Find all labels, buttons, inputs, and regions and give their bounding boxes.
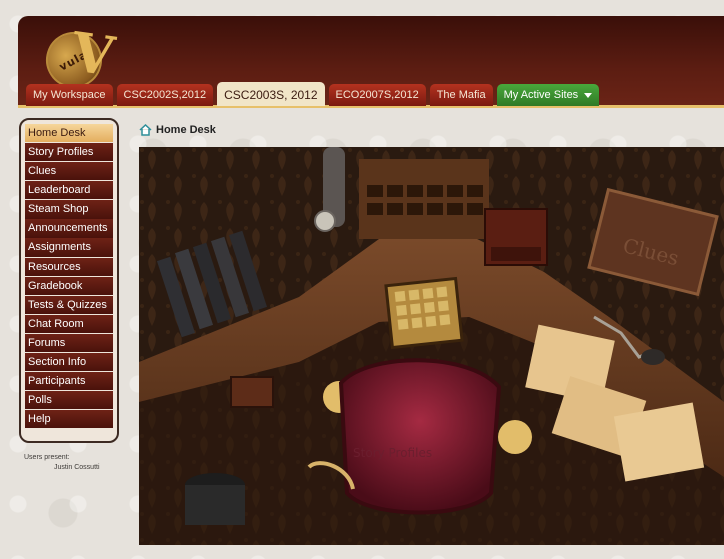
- users-present: Users present: Justin Cossutti: [24, 453, 100, 473]
- tab-my-workspace[interactable]: My Workspace: [26, 84, 113, 106]
- site-tabs: My Workspace CSC2002S,2012 CSC2003S, 201…: [26, 82, 600, 106]
- sidebar-item-story-profiles[interactable]: Story Profiles: [25, 143, 113, 162]
- breadcrumb-label: Home Desk: [156, 124, 216, 136]
- user-name: Justin Cossutti: [54, 464, 100, 471]
- sidebar-item-forums[interactable]: Forums: [25, 333, 113, 353]
- sidebar-item-leaderboard[interactable]: Leaderboard: [25, 181, 113, 200]
- tab-csc2002s[interactable]: CSC2002S,2012: [116, 84, 214, 106]
- chevron-down-icon: [584, 92, 593, 98]
- home-icon[interactable]: [139, 124, 152, 136]
- logo-v-mark: V: [67, 19, 119, 89]
- tab-eco2007s[interactable]: ECO2007S,2012: [328, 84, 426, 106]
- tool-menu: Home Desk Story Profiles Clues Leaderboa…: [19, 118, 119, 443]
- tab-csc2003s[interactable]: CSC2003S, 2012: [217, 82, 325, 106]
- sidebar-item-resources[interactable]: Resources: [25, 257, 113, 276]
- sidebar-item-announcements[interactable]: Announcements: [25, 219, 113, 238]
- users-present-label: Users present:: [24, 454, 70, 461]
- sidebar-item-participants[interactable]: Participants: [25, 372, 113, 391]
- sidebar-item-assignments[interactable]: Assignments: [25, 238, 113, 257]
- sidebar-item-chat-room[interactable]: Chat Room: [25, 314, 113, 333]
- sidebar-item-clues[interactable]: Clues: [25, 162, 113, 181]
- breadcrumb: Home Desk: [139, 124, 216, 136]
- chair-text: Story Profiles: [353, 446, 432, 460]
- tab-my-active-sites[interactable]: My Active Sites: [496, 84, 600, 106]
- sidebar-item-polls[interactable]: Polls: [25, 391, 113, 410]
- sidebar-item-section-info[interactable]: Section Info: [25, 352, 113, 372]
- tab-my-active-sites-label: My Active Sites: [503, 89, 579, 101]
- steampunk-desk-scene[interactable]: Clues Story Profiles: [139, 147, 724, 545]
- sidebar-item-help[interactable]: Help: [25, 410, 113, 429]
- tab-the-mafia[interactable]: The Mafia: [429, 84, 493, 106]
- sidebar-item-home-desk[interactable]: Home Desk: [25, 124, 113, 143]
- sidebar-item-steam-shop[interactable]: Steam Shop: [25, 200, 113, 219]
- desk-illustration: Clues Story Profiles: [139, 147, 724, 545]
- sidebar-item-tests-quizzes[interactable]: Tests & Quizzes: [25, 295, 113, 314]
- sidebar-item-gradebook[interactable]: Gradebook: [25, 276, 113, 295]
